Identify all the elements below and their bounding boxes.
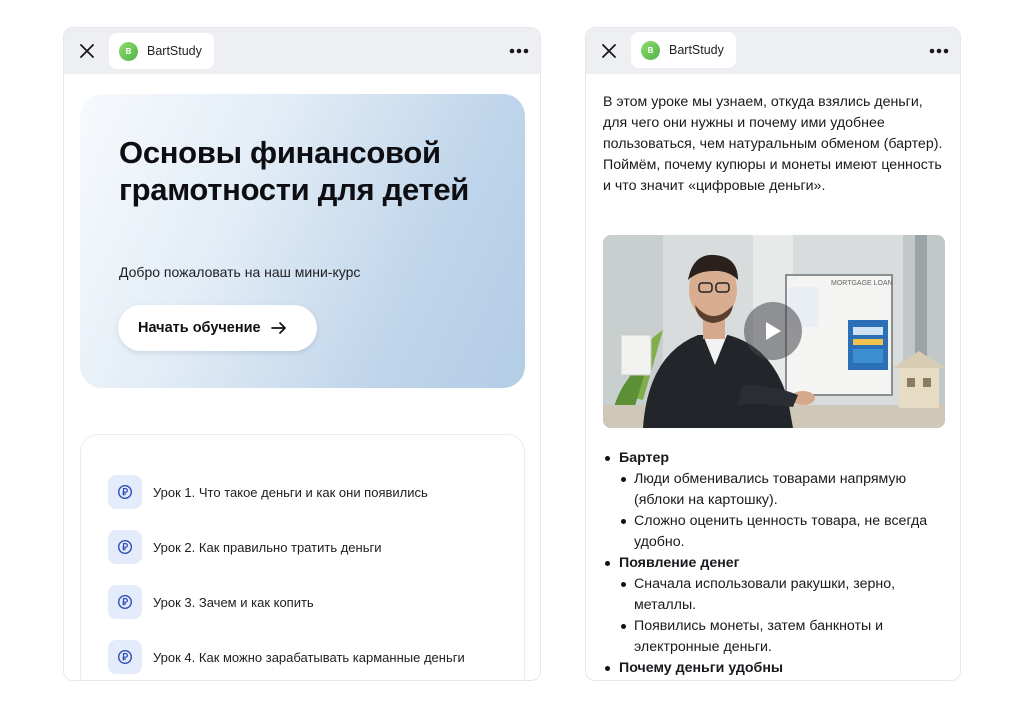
course-hero-card: Основы финансовой грамотности для детей … (80, 94, 525, 388)
lesson-label: Урок 1. Что такое деньги и как они появи… (153, 484, 428, 500)
lesson-item-4[interactable]: Урок 4. Как можно зарабатывать карманные… (108, 640, 508, 674)
ruble-coin-icon (108, 475, 142, 509)
app-name: BartStudy (147, 44, 202, 58)
course-subtitle: Добро пожаловать на наш мини-курс (119, 264, 361, 280)
lesson-label: Урок 4. Как можно зарабатывать карманные… (153, 649, 465, 665)
lesson-item-1[interactable]: Урок 1. Что такое деньги и как они появи… (108, 475, 508, 509)
ruble-coin-icon (108, 530, 142, 564)
play-icon (766, 322, 781, 340)
close-icon (602, 44, 616, 58)
ruble-coin-icon (108, 640, 142, 674)
course-overview-screen: B BartStudy Основы финансовой грамотност… (63, 27, 541, 681)
app-logo: B (641, 40, 660, 60)
more-dots-icon (929, 48, 949, 54)
close-button[interactable] (598, 40, 620, 62)
app-chip[interactable]: B BartStudy (109, 33, 214, 69)
more-options-button[interactable] (928, 42, 950, 60)
poster-board-text: MORTGAGE LOAN (831, 280, 893, 287)
lesson-item-2[interactable]: Урок 2. Как правильно тратить деньги (108, 530, 508, 564)
start-learning-label: Начать обучение (138, 320, 261, 336)
lessons-list: Урок 1. Что такое деньги и как они появи… (80, 434, 525, 680)
play-button[interactable] (744, 302, 802, 360)
close-button[interactable] (76, 40, 98, 62)
lesson-item-3[interactable]: Урок 3. Зачем и как копить (108, 585, 508, 619)
close-icon (80, 44, 94, 58)
lesson-outline: Бартер Люди обменивались товарами напрям… (602, 448, 952, 679)
start-learning-button[interactable]: Начать обучение (118, 305, 317, 351)
more-options-button[interactable] (508, 42, 530, 60)
more-dots-icon (509, 48, 529, 54)
mini-app-header: B BartStudy (586, 28, 960, 74)
outline-item: Сначала использовали ракушки, зерно, мет… (602, 574, 952, 616)
ruble-coin-icon (108, 585, 142, 619)
outline-heading: Почему деньги удобны (602, 658, 952, 679)
mini-app-header: B BartStudy (64, 28, 540, 74)
app-chip[interactable]: B BartStudy (631, 32, 736, 68)
outline-heading: Бартер (602, 448, 952, 469)
lesson-detail-screen: B BartStudy В этом уроке мы узнаем, отку… (585, 27, 961, 681)
lesson-intro-text: В этом уроке мы узнаем, откуда взялись д… (603, 94, 943, 194)
outline-item: Люди обменивались товарами напрямую (ябл… (602, 469, 952, 511)
arrow-right-icon (270, 321, 287, 335)
lesson-label: Урок 2. Как правильно тратить деньги (153, 539, 382, 555)
lesson-video-player[interactable]: MORTGAGE LOAN (603, 235, 945, 428)
lesson-label: Урок 3. Зачем и как копить (153, 594, 314, 610)
outline-heading: Появление денег (602, 553, 952, 574)
app-name: BartStudy (669, 43, 724, 57)
outline-item: Появились монеты, затем банкноты и элект… (602, 616, 952, 658)
course-title: Основы финансовой грамотности для детей (119, 135, 470, 207)
app-logo: B (119, 41, 138, 61)
outline-item: Сложно оценить ценность товара, не всегд… (602, 511, 952, 553)
